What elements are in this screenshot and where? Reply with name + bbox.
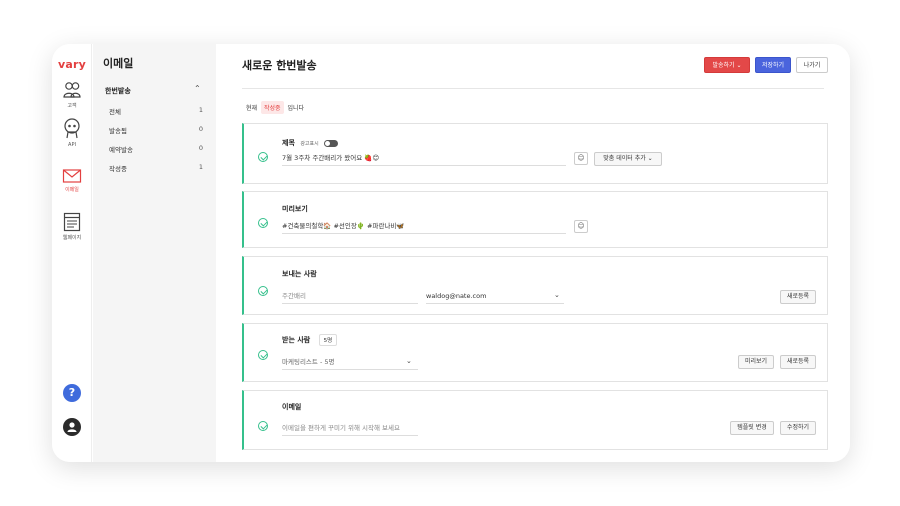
status-badge: 작성중: [260, 101, 284, 114]
sidebar-item-count: 1: [198, 106, 203, 114]
rail-item-mail[interactable]: 이메일: [52, 168, 92, 193]
page-title: 새로운 한번발송: [242, 59, 317, 72]
preview-label: 미리보기: [282, 205, 308, 213]
edit-email-button[interactable]: 수정하기: [780, 421, 816, 435]
draft-status: 현재 작성중 입니다: [246, 101, 304, 114]
avatar[interactable]: [63, 418, 81, 436]
sidebar-item-label: 예약발송: [109, 146, 133, 154]
sender-register-button[interactable]: 새로등록: [780, 290, 816, 304]
email-label: 이메일: [282, 403, 302, 411]
rail-label-mail: 이메일: [65, 187, 79, 193]
smile-icon: ☺: [577, 154, 585, 162]
recipient-list-select[interactable]: 마케팅리스트 - 5명: [282, 356, 418, 370]
ad-notice-toggle[interactable]: [324, 139, 339, 147]
sender-name-input[interactable]: 주간배리: [282, 290, 418, 304]
recipient-label: 받는 사람 5명: [282, 334, 338, 346]
rail-label-webpage: 웹페이지: [62, 235, 82, 241]
nav-rail: vary 고객 API 이메일 웹페이지 ?: [52, 44, 92, 462]
rail-label-customers: 고객: [67, 103, 77, 109]
sidebar-item-label: 작성중: [109, 165, 127, 173]
screen: vary 고객 API 이메일 웹페이지 ? 이메일 한번발송 ⌃ 전체 1 발…: [0, 0, 900, 506]
recipient-preview-button[interactable]: 미리보기: [738, 355, 774, 369]
ad-notice-label: 광고표시: [300, 141, 319, 147]
sidebar-item-scheduled[interactable]: 예약발송 0: [109, 144, 203, 154]
recipient-register-button[interactable]: 새로등록: [780, 355, 816, 369]
add-custom-data-label: 맞춤 데이터 추가: [603, 155, 646, 162]
change-template-button[interactable]: 템플릿 변경: [730, 421, 774, 435]
app-window: vary 고객 API 이메일 웹페이지 ? 이메일 한번발송 ⌃ 전체 1 발…: [52, 44, 850, 462]
sidebar-item-count: 1: [198, 163, 203, 171]
sidebar-item-count: 0: [198, 125, 203, 133]
webpage-icon: [63, 212, 81, 232]
emoji-picker-button[interactable]: ☺: [574, 152, 588, 165]
chevron-up-icon[interactable]: ⌃: [194, 84, 201, 93]
sidebar-item-count: 0: [198, 144, 203, 152]
subject-input[interactable]: 7월 3주차 주간배리가 왔어요 🍓😊: [282, 152, 566, 166]
email-body-field[interactable]: 이메일을 편하게 꾸미기 위해 시작해 보세요: [282, 422, 418, 436]
check-icon: [258, 286, 268, 296]
recipient-card: 받는 사람 5명 마케팅리스트 - 5명 ⌄ 미리보기 새로등록: [242, 323, 828, 382]
check-icon: [258, 152, 268, 162]
api-icon: [64, 118, 80, 139]
chevron-down-icon: ⌄: [554, 291, 560, 299]
subject-card: 제목 광고표시 7월 3주차 주간배리가 왔어요 🍓😊 ☺ 맞춤 데이터 추가 …: [242, 123, 828, 184]
subject-label-text: 제목: [282, 139, 295, 147]
add-custom-data-button[interactable]: 맞춤 데이터 추가 ⌄: [594, 152, 662, 166]
rail-item-customers[interactable]: 고객: [52, 80, 92, 109]
send-button-label: 발송하기: [712, 62, 735, 69]
preview-card: 미리보기 #건축물의철학🏠 #선인장🌵 #파란나비🦋 ☺: [242, 191, 828, 248]
email-sidebar: 이메일 한번발송 ⌃ 전체 1 발송됨 0 예약발송 0 작성중 1: [93, 44, 216, 462]
sidebar-item-label: 발송됨: [109, 127, 127, 135]
customers-icon: [63, 82, 81, 98]
rail-item-api[interactable]: API: [52, 118, 92, 148]
preview-input[interactable]: #건축물의철학🏠 #선인장🌵 #파란나비🦋: [282, 220, 566, 234]
sender-email-select[interactable]: waldog@nate.com: [426, 290, 564, 304]
subject-label: 제목 광고표시: [282, 138, 339, 148]
chevron-down-icon: ⌄: [406, 357, 412, 365]
header-divider: [242, 88, 824, 89]
mail-icon: [62, 169, 82, 183]
sidebar-item-all[interactable]: 전체 1: [109, 106, 203, 116]
user-icon: [67, 422, 77, 432]
emoji-picker-button[interactable]: ☺: [574, 220, 588, 233]
status-suffix: 입니다: [287, 105, 305, 112]
recipient-count-badge: 5명: [318, 334, 338, 346]
save-button[interactable]: 저장하기: [755, 57, 791, 73]
rail-item-webpage[interactable]: 웹페이지: [52, 212, 92, 241]
recipient-label-text: 받는 사람: [282, 336, 311, 344]
check-icon: [258, 421, 268, 431]
exit-button[interactable]: 나가기: [796, 57, 828, 73]
sidebar-item-sent[interactable]: 발송됨 0: [109, 125, 203, 135]
chevron-down-icon: ⌄: [736, 62, 742, 69]
main-panel: 새로운 한번발송 발송하기 ⌄ 저장하기 나가기 현재 작성중 입니다 제목 광…: [216, 44, 850, 462]
sender-card: 보내는 사람 주간배리 waldog@nate.com ⌄ 새로등록: [242, 256, 828, 315]
sidebar-item-drafts[interactable]: 작성중 1: [109, 163, 203, 173]
sender-label: 보내는 사람: [282, 270, 317, 278]
check-icon: [258, 350, 268, 360]
email-card: 이메일 이메일을 편하게 꾸미기 위해 시작해 보세요 템플릿 변경 수정하기: [242, 390, 828, 450]
rail-label-api: API: [68, 142, 76, 148]
send-button[interactable]: 발송하기 ⌄: [704, 57, 750, 73]
chevron-down-icon: ⌄: [647, 155, 653, 162]
help-button[interactable]: ?: [63, 384, 81, 402]
status-prefix: 현재: [246, 105, 258, 112]
smile-icon: ☺: [577, 222, 585, 230]
sidebar-title: 이메일: [103, 57, 134, 70]
sidebar-item-label: 전체: [109, 108, 121, 116]
app-logo[interactable]: vary: [58, 58, 86, 71]
sidebar-group-one-time[interactable]: 한번발송: [105, 86, 131, 96]
check-icon: [258, 218, 268, 228]
